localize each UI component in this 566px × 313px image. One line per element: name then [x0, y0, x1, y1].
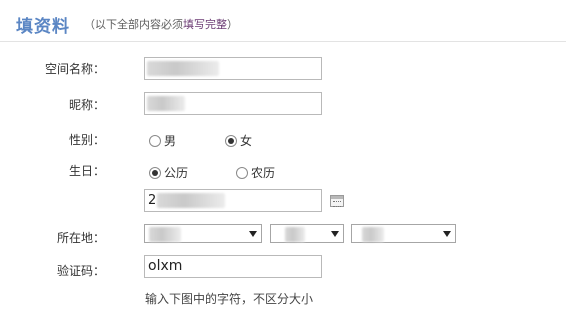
nickname-input[interactable]: [144, 92, 322, 115]
gender-male-option[interactable]: 男: [149, 132, 176, 149]
profile-form-page: 填资料 （以下全部内容必须填写完整） 空间名称： 昵称： 性别： 男 女 生日：…: [0, 0, 566, 313]
redacted-city: [362, 227, 384, 242]
calendar-lunar-option[interactable]: 农历: [236, 164, 275, 181]
redacted-space-name: [147, 61, 219, 76]
gender-female-radio[interactable]: [225, 134, 237, 147]
required-note-highlight: 填写完整: [183, 18, 227, 31]
gender-female-label: 女: [240, 134, 253, 148]
calendar-solar-radio[interactable]: [149, 166, 161, 179]
location-label: 所在地：: [56, 231, 105, 245]
chevron-down-icon: [443, 231, 451, 237]
captcha-input[interactable]: olxm: [144, 255, 322, 278]
birthday-date-value: 2: [148, 193, 157, 208]
required-note-suffix: ）: [227, 18, 238, 31]
chevron-down-icon: [249, 231, 257, 237]
calendar-solar-label: 公历: [164, 166, 189, 180]
gender-female-option[interactable]: 女: [225, 132, 252, 149]
calendar-solar-option[interactable]: 公历: [149, 164, 188, 181]
required-note: （以下全部内容必须填写完整）: [84, 16, 238, 32]
captcha-hint: 输入下图中的字符，不区分大小: [145, 292, 314, 306]
redacted-birthday-date: [157, 193, 225, 208]
required-note-prefix: （以下全部内容必须: [84, 18, 183, 31]
space-name-label: 空间名称：: [44, 62, 105, 76]
section-title: 填资料: [16, 17, 70, 37]
country-select[interactable]: [144, 224, 262, 243]
redacted-country: [149, 227, 181, 242]
gender-male-label: 男: [164, 134, 177, 148]
nickname-label: 昵称：: [68, 98, 105, 112]
captcha-value: olxm: [148, 258, 183, 274]
calendar-lunar-radio[interactable]: [236, 166, 248, 179]
province-select[interactable]: [270, 224, 344, 243]
birthday-date-input[interactable]: 2: [144, 189, 322, 212]
section-header: 填资料 （以下全部内容必须填写完整）: [0, 0, 566, 42]
calendar-icon[interactable]: [330, 195, 344, 207]
city-select[interactable]: [351, 224, 456, 243]
gender-male-radio[interactable]: [149, 134, 161, 147]
captcha-label: 验证码：: [56, 264, 105, 278]
calendar-lunar-label: 农历: [251, 166, 276, 180]
redacted-province: [285, 227, 305, 242]
redacted-nickname: [147, 96, 185, 111]
space-name-input[interactable]: [144, 57, 322, 80]
gender-label: 性别：: [68, 133, 105, 147]
chevron-down-icon: [331, 231, 339, 237]
birthday-label: 生日：: [68, 164, 105, 178]
